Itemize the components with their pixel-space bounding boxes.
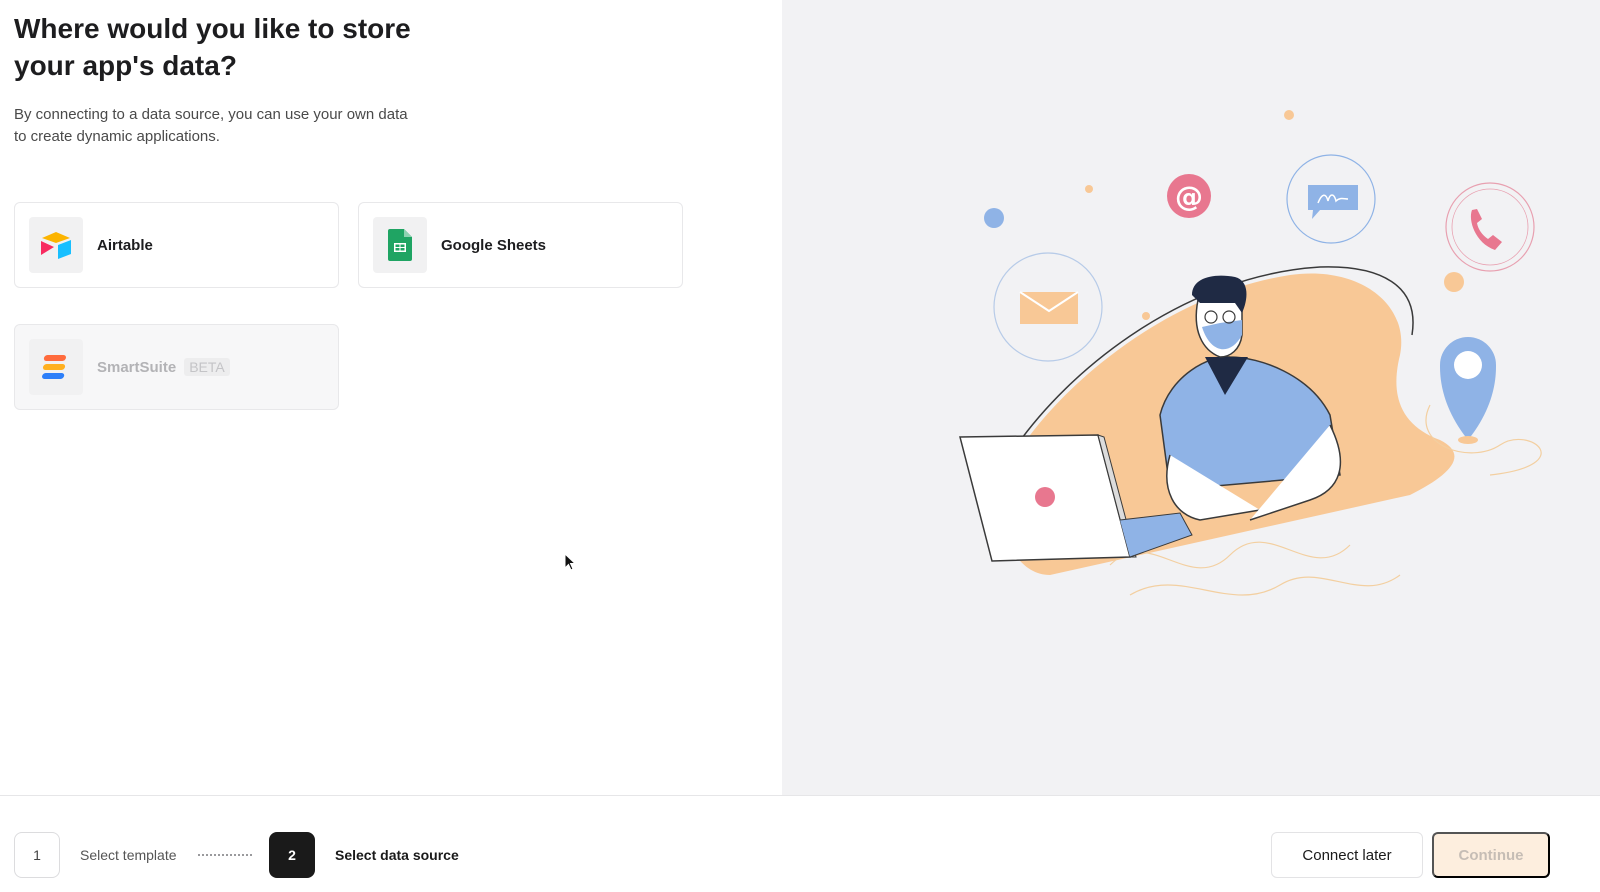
beta-badge: BETA [184,358,230,376]
svg-text:@: @ [1175,180,1203,213]
step-1-label[interactable]: Select template [80,846,177,864]
step-1-indicator[interactable]: 1 [14,832,60,878]
footer-bar: 1 Select template 2 Select data source C… [0,795,1600,892]
main-panel: Where would you like to store your app's… [0,0,782,795]
connect-later-button[interactable]: Connect later [1271,832,1423,878]
smartsuite-logo-icon [29,339,83,395]
mouse-cursor-icon [564,553,577,571]
step-2-indicator: 2 [269,832,315,878]
airtable-label: Airtable [97,236,153,254]
airtable-logo-icon [29,217,83,273]
step-connector [198,854,252,856]
airtable-card[interactable]: Airtable [14,202,339,288]
smartsuite-label: SmartSuite [97,358,177,376]
person-with-laptop-illustration: @ [959,110,1542,596]
google-sheets-logo-icon [373,217,427,273]
page-title: Where would you like to store your app's… [14,13,411,81]
smartsuite-card: SmartSuite BETA [14,324,339,410]
page-subtitle: By connecting to a data source, you can … [14,106,408,145]
step-2-label: Select data source [335,847,459,863]
continue-button[interactable]: Continue [1432,832,1550,878]
google-sheets-label: Google Sheets [441,236,547,254]
google-sheets-card[interactable]: Google Sheets [358,202,683,288]
